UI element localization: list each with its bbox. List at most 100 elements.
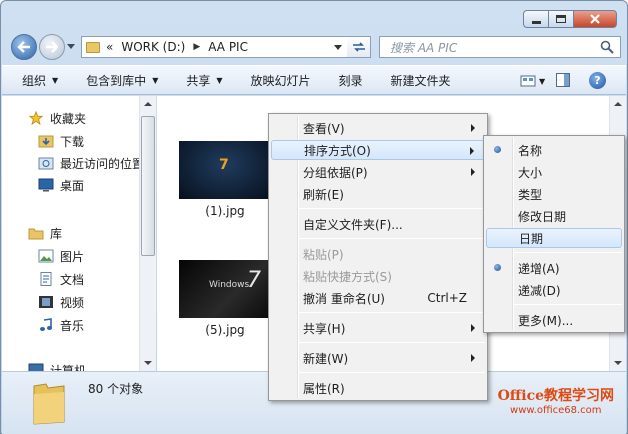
view-dropdown-icon[interactable]: ▼ — [539, 77, 545, 86]
file-thumbnail[interactable]: 7 — [179, 141, 271, 199]
nav-label: 文档 — [60, 272, 85, 287]
menu-label: 共享(H) — [303, 321, 346, 336]
scroll-down-icon[interactable] — [614, 361, 622, 365]
menu-item-new[interactable]: 新建(W) — [271, 348, 485, 368]
menu-item-sort-by[interactable]: 排序方式(O) — [271, 140, 485, 160]
nav-label: 桌面 — [60, 178, 85, 193]
menu-item-undo-rename[interactable]: 撤消 重命名(U) Ctrl+Z — [271, 288, 485, 308]
menu-label: 新建(W) — [303, 351, 349, 366]
menu-item-group-by[interactable]: 分组依据(P) — [271, 162, 485, 182]
menu-separator — [514, 252, 622, 253]
nav-scroll-thumb[interactable] — [141, 116, 155, 256]
close-icon — [590, 14, 600, 24]
burn-button[interactable]: 刻录 — [339, 72, 363, 89]
windows7-logo-icon: 7 — [247, 268, 261, 293]
menu-item-share-with[interactable]: 共享(H) — [271, 318, 485, 338]
breadcrumb-separator-icon[interactable]: ▶ — [193, 42, 200, 52]
search-input[interactable]: 搜索 AA PIC — [379, 36, 621, 58]
scroll-down-icon[interactable] — [144, 361, 152, 365]
forward-button[interactable] — [39, 34, 65, 60]
maximize-button[interactable] — [548, 10, 574, 28]
menu-separator — [299, 342, 485, 343]
sort-option-size[interactable]: 大小 — [486, 162, 622, 182]
windows-text: Windows — [209, 280, 250, 290]
scroll-up-icon[interactable] — [144, 102, 152, 106]
menu-label: 类型 — [518, 187, 543, 202]
radio-selected-icon — [494, 146, 501, 153]
scroll-up-icon[interactable] — [614, 102, 622, 106]
refresh-button[interactable] — [347, 36, 371, 58]
nav-item-documents[interactable]: 文档 — [38, 269, 84, 289]
new-folder-button[interactable]: 新建文件夹 — [391, 72, 451, 89]
nav-item-desktop[interactable]: 桌面 — [38, 175, 84, 195]
menu-label: 日期 — [519, 231, 544, 246]
nav-label: 库 — [50, 226, 63, 241]
menu-label: 粘贴(P) — [303, 247, 344, 262]
breadcrumb-drive[interactable]: WORK (D:) — [121, 40, 185, 54]
include-in-library-button[interactable]: 包含到库中 ▼ — [86, 72, 158, 89]
sort-option-date-modified[interactable]: 修改日期 — [486, 206, 622, 226]
refresh-icon — [352, 42, 365, 52]
nav-item-downloads[interactable]: 下载 — [38, 131, 84, 151]
nav-scrollbar[interactable] — [139, 96, 156, 371]
address-bar[interactable]: « WORK (D:) ▶ AA PIC — [81, 36, 371, 58]
organize-label: 组织 — [22, 73, 47, 88]
slideshow-button[interactable]: 放映幻灯片 — [251, 72, 311, 89]
breadcrumb-overflow[interactable]: « — [106, 40, 113, 54]
menu-label: 刷新(E) — [303, 187, 344, 202]
nav-item-music[interactable]: 音乐 — [38, 315, 84, 335]
menu-item-properties[interactable]: 属性(R) — [271, 378, 485, 398]
burn-label: 刻录 — [338, 73, 363, 88]
organize-button[interactable]: 组织 ▼ — [22, 72, 58, 89]
sort-option-name[interactable]: 名称 — [486, 140, 622, 160]
nav-label: 图片 — [60, 249, 85, 264]
library-icon — [28, 228, 44, 240]
nav-item-recent-places[interactable]: 最近访问的位置 — [38, 153, 144, 173]
watermark-title: Office教程学习网 — [497, 388, 614, 404]
breadcrumb-folder[interactable]: AA PIC — [208, 40, 248, 54]
sort-option-type[interactable]: 类型 — [486, 184, 622, 204]
menu-item-view[interactable]: 查看(V) — [271, 118, 485, 138]
nav-item-videos[interactable]: 视频 — [38, 292, 84, 312]
menu-label: 修改日期 — [518, 209, 567, 224]
back-button[interactable] — [11, 34, 37, 60]
menu-item-customize-folder[interactable]: 自定义文件夹(F)... — [271, 214, 485, 234]
share-button[interactable]: 共享 ▼ — [186, 72, 222, 89]
preview-pane-button[interactable] — [556, 73, 570, 87]
menu-label: 名称 — [518, 143, 543, 158]
context-menu: 查看(V) 排序方式(O) 分组依据(P) 刷新(E) 自定义文件夹(F)...… — [268, 113, 488, 401]
menu-label: 查看(V) — [303, 121, 345, 136]
nav-item-computer[interactable]: 计算机 — [28, 360, 86, 371]
sort-order-ascending[interactable]: 递增(A) — [486, 258, 622, 278]
menu-label: 递减(D) — [518, 283, 561, 298]
file-thumbnail[interactable]: Windows 7 — [179, 260, 271, 318]
address-dropdown[interactable] — [329, 36, 347, 58]
chevron-down-icon — [334, 44, 342, 50]
watermark-url: www.office68.com — [510, 405, 602, 416]
close-button[interactable] — [573, 10, 617, 28]
change-view-button[interactable]: ▼ — [520, 74, 546, 88]
recent-pages-dropdown[interactable] — [67, 44, 75, 49]
nav-label: 计算机 — [50, 363, 87, 372]
windows7-logo-icon: 7 — [219, 157, 229, 173]
help-button[interactable]: ? — [589, 72, 606, 89]
dropdown-arrow-icon: ▼ — [52, 75, 59, 85]
minimize-button[interactable] — [523, 10, 549, 28]
menu-separator — [299, 208, 485, 209]
file-name[interactable]: (5).jpg — [179, 323, 271, 337]
file-name[interactable]: (1).jpg — [179, 204, 271, 218]
menu-label: 排序方式(O) — [304, 143, 371, 158]
command-bar: 组织 ▼ 包含到库中 ▼ 共享 ▼ 放映幻灯片 刻录 新建文件夹 ▼ ? — [2, 65, 626, 95]
sort-order-descending[interactable]: 递减(D) — [486, 280, 622, 300]
nav-item-libraries[interactable]: 库 — [28, 223, 62, 243]
nav-label: 收藏夹 — [50, 111, 87, 126]
nav-item-pictures[interactable]: 图片 — [38, 246, 84, 266]
menu-item-refresh[interactable]: 刷新(E) — [271, 184, 485, 204]
menu-label: 粘贴快捷方式(S) — [303, 269, 392, 284]
search-icon[interactable] — [600, 40, 614, 54]
sort-option-more[interactable]: 更多(M)... — [486, 310, 622, 330]
nav-item-favorites[interactable]: 收藏夹 — [28, 108, 86, 128]
menu-label: 递增(A) — [518, 261, 560, 276]
star-icon — [28, 111, 44, 125]
sort-option-date[interactable]: 日期 — [486, 228, 622, 248]
